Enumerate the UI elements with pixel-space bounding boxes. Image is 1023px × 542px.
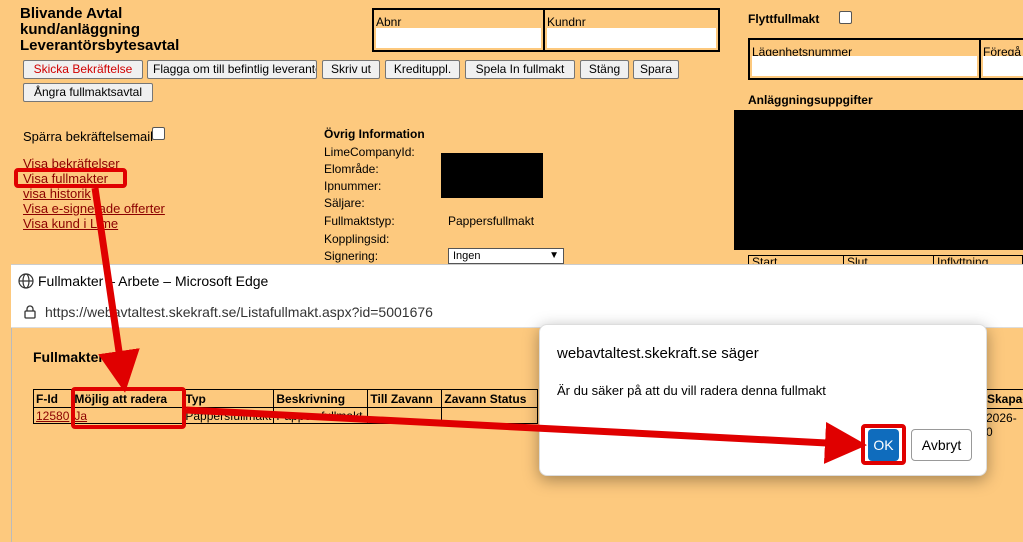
annotation-arrows [91, 187, 867, 464]
arrow-to-table [91, 187, 140, 393]
arrow-to-ok [185, 406, 867, 464]
